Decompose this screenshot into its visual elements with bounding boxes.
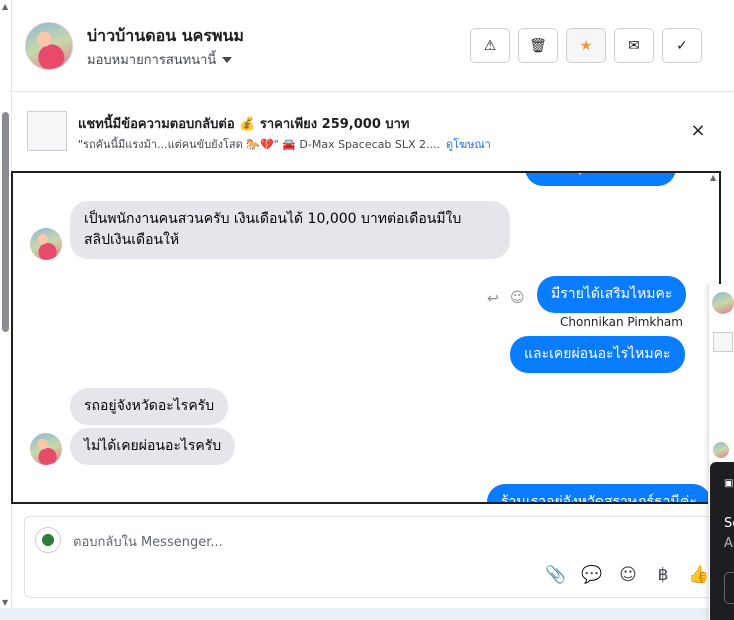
incoming-message: ไม่ได้เคยผ่อนอะไรครับ	[70, 428, 236, 465]
message-sender-name: Chonnikan Pimkham	[560, 315, 683, 329]
mark-done-button[interactable]: ✓	[662, 28, 702, 63]
contact-avatar-small	[30, 228, 62, 260]
incoming-message: รถอยู่จังหวัดอะไรครับ	[70, 388, 229, 425]
trash-icon: 🗑	[529, 37, 547, 54]
mark-spam-button[interactable]: ⚠	[470, 28, 510, 63]
warning-icon: ⚠	[483, 37, 497, 54]
view-ad-link[interactable]: ดูโฆษณา	[446, 138, 491, 151]
ad-subtitle: "รถคันนี้มีแรงม้า...แต่คนขับยังโสด 🐎💔" 🚘…	[78, 135, 491, 153]
assign-conversation-dropdown[interactable]: มอบหมายการสนทนานี้	[87, 49, 233, 70]
thread-scroll-up-icon[interactable]: ▲	[710, 173, 716, 182]
notification-icon: ▣	[724, 478, 734, 489]
outgoing-message: มีรายได้เสริมไหมคะ	[537, 276, 687, 313]
scroll-down-arrow-icon[interactable]: ▼	[2, 598, 8, 607]
contact-avatar[interactable]	[25, 22, 73, 70]
message-line: สลิปเงินเดือนให้	[84, 232, 180, 248]
check-icon: ✓	[676, 37, 688, 54]
close-icon[interactable]: ×	[687, 120, 709, 141]
message-thread[interactable]: มีรถมีอุปกรณ์ไหมคะ เป็นพนักงานคนสวนครับ …	[11, 171, 721, 504]
saved-reply-icon[interactable]: 💬	[581, 565, 603, 585]
star-icon: ★	[579, 37, 593, 54]
bottom-strip	[0, 608, 710, 620]
notification-action-button[interactable]	[724, 572, 734, 604]
notification-text: A	[724, 536, 733, 551]
reply-icon[interactable]: ↩	[487, 291, 499, 307]
follow-up-star-button[interactable]: ★	[566, 28, 606, 63]
ad-description: "รถคันนี้มีแรงม้า...แต่คนขับยังโสด 🐎💔" 🚘…	[78, 138, 440, 151]
page-avatar	[35, 527, 61, 553]
incoming-message: เป็นพนักงานคนสวนครับ เงินเดือนได้ 10,000…	[70, 201, 510, 259]
ad-title: แชทนี้มีข้อความตอบกลับต่อ 💰 ราคาเพียง 25…	[78, 117, 410, 132]
caret-down-icon	[222, 56, 233, 63]
ad-thumbnail[interactable]	[27, 111, 67, 151]
assign-label: มอบหมายการสนทนานี้	[87, 53, 217, 68]
contact-name[interactable]: บ่าวบ้านดอน นครพนม	[87, 24, 244, 49]
conversation-header: บ่าวบ้านดอน นครพนม มอบหมายการสนทนานี้ ⚠ …	[13, 0, 734, 92]
baht-icon[interactable]: ฿	[652, 565, 674, 585]
reply-input[interactable]: ตอบกลับใน Messenger...	[73, 531, 223, 552]
delete-button[interactable]: 🗑	[518, 28, 558, 63]
emoji-icon[interactable]: ☺	[617, 565, 639, 585]
notification-popup[interactable]: ▣ Se A	[710, 462, 734, 620]
scrollbar-thumb[interactable]	[2, 112, 9, 332]
notification-title: Se	[724, 516, 734, 531]
outgoing-message: มีรถมีอุปกรณ์ไหมคะ	[525, 173, 677, 186]
react-emoji-icon[interactable]: ☺	[510, 290, 525, 306]
mark-unread-button[interactable]: ✉	[614, 28, 654, 63]
mail-icon: ✉	[628, 37, 640, 54]
chat-head-thumbnail[interactable]	[713, 332, 733, 352]
chat-head-avatar[interactable]	[712, 292, 734, 314]
message-composer: ตอบกลับใน Messenger... 📎 💬 ☺ ฿ 👍	[24, 516, 714, 598]
outgoing-message: และเคยผ่อนอะไรไหมคะ	[510, 336, 685, 373]
scroll-up-arrow-icon[interactable]: ▲	[2, 2, 8, 11]
message-line: เป็นพนักงานคนสวนครับ เงินเดือนได้ 10,000…	[84, 211, 462, 227]
ad-context-bar: แชทนี้มีข้อความตอบกลับต่อ 💰 ราคาเพียง 25…	[13, 92, 734, 170]
outgoing-message: ร้านเราอยู่จังหวัดสุราษฎร์ธานีค่ะ	[487, 484, 711, 502]
attachment-icon[interactable]: 📎	[545, 565, 567, 585]
thumbs-up-icon[interactable]: 👍	[688, 565, 710, 585]
chat-head-avatar-small[interactable]	[713, 442, 729, 458]
contact-avatar-small	[30, 433, 62, 465]
inbox-conversation-view: ▲ ▼ บ่าวบ้านดอน นครพนม มอบหมายการสนทนานี…	[0, 0, 734, 620]
